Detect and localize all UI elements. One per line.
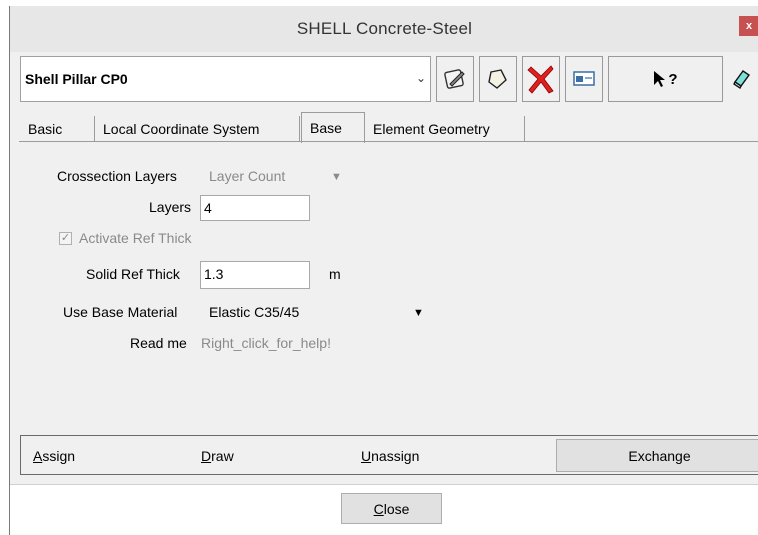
window-icon [573, 71, 595, 86]
title-bar: SHELL Concrete-Steel x [10, 6, 758, 52]
close-icon: x [745, 20, 753, 32]
unassign-button[interactable]: Unassign [361, 448, 419, 464]
tab-base[interactable]: Base [301, 112, 365, 143]
tab-element-geometry[interactable]: Element Geometry [365, 116, 525, 142]
tab-strip: Basic Local Coordinate System Base Eleme… [20, 112, 758, 143]
tab-element-geometry-label: Element Geometry [373, 121, 490, 137]
eraser-icon [733, 70, 750, 90]
chevron-down-icon[interactable]: ⌄ [416, 71, 426, 85]
help-pointer-icon [654, 71, 666, 87]
edit-button[interactable] [436, 56, 474, 102]
solid-ref-thick-input[interactable]: 1.3 [200, 261, 310, 289]
dialog-footer: Close [10, 484, 758, 535]
delete-button[interactable] [522, 56, 560, 102]
context-help-button[interactable]: ? [608, 56, 723, 102]
use-base-material-label: Use Base Material [63, 304, 178, 320]
delete-icon [527, 65, 554, 94]
crossection-dropdown-arrow-icon[interactable]: ▼ [331, 171, 342, 183]
element-selector-value: Shell Pillar CP0 [25, 71, 128, 87]
exchange-label: Exchange [628, 447, 691, 464]
close-label: lose [383, 500, 410, 517]
base-tab-panel: Crossection Layers Layer Count ▼ Layers … [19, 141, 758, 433]
close-mnemonic: C [373, 500, 384, 517]
tab-local-coordinate-system-label: Local Coordinate System [103, 121, 260, 137]
tab-basic[interactable]: Basic [20, 116, 95, 142]
dialog-window: SHELL Concrete-Steel x Shell Pillar CP0 … [9, 6, 758, 535]
close-button[interactable]: Close [341, 493, 442, 524]
tab-basic-label: Basic [28, 121, 63, 137]
layers-input[interactable]: 4 [200, 195, 310, 221]
crossection-layers-dropdown[interactable]: Layer Count [209, 168, 285, 184]
new-button[interactable] [479, 56, 517, 102]
assign-action-bar: Assign Draw Unassign Exchange [20, 435, 758, 475]
crossection-layers-label: Crossection Layers [57, 168, 177, 184]
eraser-button[interactable] [726, 56, 758, 102]
checkmark-icon: ✓ [60, 232, 71, 244]
window-button[interactable] [565, 56, 603, 102]
material-dropdown-arrow-icon[interactable]: ▼ [413, 307, 424, 319]
new-icon [488, 69, 507, 89]
base-material-dropdown[interactable]: Elastic C35/45 [209, 304, 299, 320]
read-me-value[interactable]: Right_click_for_help! [201, 335, 331, 351]
assign-mnemonic: A [33, 448, 43, 464]
help-question-mark: ? [668, 70, 678, 88]
activate-ref-thick-label: Activate Ref Thick [79, 230, 192, 246]
layers-label: Layers [149, 199, 192, 215]
edit-icon [444, 69, 465, 89]
solid-ref-thick-unit: m [329, 266, 341, 282]
unassign-label: nassign [371, 448, 420, 464]
read-me-label: Read me [130, 335, 187, 351]
tab-local-coordinate-system[interactable]: Local Coordinate System [95, 116, 300, 142]
activate-ref-thick-checkbox[interactable]: ✓ [59, 232, 72, 245]
unassign-mnemonic: U [361, 448, 372, 464]
element-selector[interactable]: Shell Pillar CP0 ⌄ [20, 56, 431, 102]
draw-mnemonic: D [201, 448, 212, 464]
tab-base-label: Base [310, 120, 342, 136]
assign-label: ssign [42, 448, 76, 464]
close-window-button[interactable]: x [739, 16, 758, 36]
draw-label: raw [211, 448, 234, 464]
solid-ref-thick-label: Solid Ref Thick [86, 266, 180, 282]
assign-button[interactable]: Assign [33, 448, 75, 464]
draw-button[interactable]: Draw [201, 448, 234, 464]
exchange-button[interactable]: Exchange [556, 439, 758, 472]
window-title: SHELL Concrete-Steel [296, 19, 473, 38]
